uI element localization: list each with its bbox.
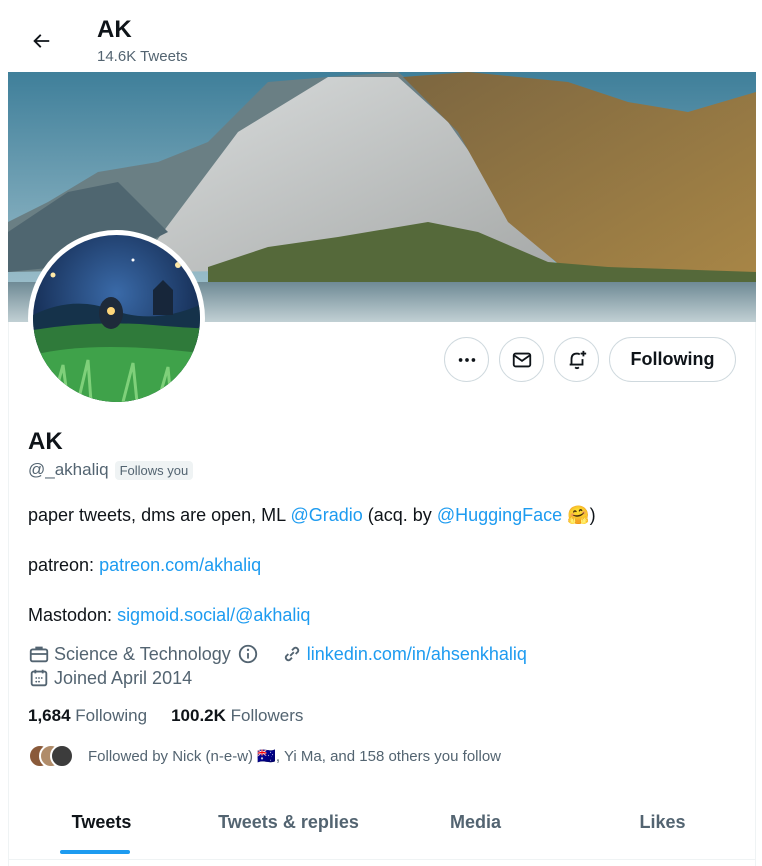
back-button[interactable] — [24, 24, 58, 58]
info-icon[interactable] — [237, 643, 259, 665]
avatar — [33, 235, 200, 402]
tab-media[interactable]: Media — [382, 794, 569, 859]
arrow-left-icon — [33, 34, 50, 48]
envelope-icon — [512, 352, 531, 367]
huggingface-mention-link[interactable]: @HuggingFace — [437, 505, 562, 525]
calendar-icon — [30, 669, 48, 687]
active-tab-indicator — [60, 850, 130, 854]
profile-meta-row: Science & Technology linkedin.com/in/ahs… — [28, 643, 527, 665]
follows-you-badge: Follows you — [114, 460, 194, 480]
tweet-count: 14.6K Tweets — [97, 48, 188, 65]
followers-label: Followers — [230, 706, 304, 725]
patreon-link[interactable]: patreon.com/akhaliq — [99, 555, 261, 575]
link-icon — [284, 646, 299, 662]
bio-line-1: paper tweets, dms are open, ML @Gradio (… — [28, 503, 596, 527]
following-stat[interactable]: 1,684 Following — [28, 706, 147, 726]
tab-likes[interactable]: Likes — [569, 794, 756, 859]
bio-text: Mastodon: — [28, 605, 118, 625]
bio-text: ) — [589, 505, 596, 525]
header-title: AK — [97, 16, 132, 43]
avatar — [50, 744, 74, 768]
tab-tweets-replies[interactable]: Tweets & replies — [195, 794, 382, 859]
message-button[interactable] — [499, 337, 544, 382]
briefcase-icon — [29, 646, 49, 663]
website-link[interactable]: linkedin.com/in/ahsenkhaliq — [307, 644, 527, 665]
mastodon-link[interactable]: sigmoid.social/@akhaliq — [117, 605, 310, 625]
bell-plus-icon — [569, 350, 586, 369]
following-label: Following — [75, 706, 148, 725]
joined-date: Joined April 2014 — [54, 667, 193, 688]
profile-handle: @_akhaliq — [28, 460, 109, 479]
bio-text: (acq. by — [362, 505, 437, 525]
gradio-mention-link[interactable]: @Gradio — [290, 505, 362, 525]
bio-text: patreon: — [28, 555, 100, 575]
bio-text: paper tweets, dms are open, ML — [28, 505, 291, 525]
notifications-button[interactable] — [554, 337, 599, 382]
hugging-face-emoji: 🤗 — [567, 505, 590, 525]
followers-stat[interactable]: 100.2K Followers — [171, 706, 303, 726]
profile-header-bar: AK 14.6K Tweets — [0, 0, 762, 72]
more-options-button[interactable] — [444, 337, 489, 382]
profile-name: AK — [28, 428, 63, 455]
followed-by-row[interactable]: Followed by Nick (n-e-w) 🇦🇺, Yi Ma, and … — [28, 744, 501, 768]
following-button[interactable]: Following — [609, 337, 736, 382]
handle-row: @_akhaliq Follows you — [28, 460, 194, 480]
follow-stats: 1,684 Following 100.2K Followers — [28, 706, 303, 726]
followers-count: 100.2K — [171, 706, 226, 725]
joined-row: Joined April 2014 — [28, 667, 192, 689]
mutual-avatars — [28, 744, 78, 768]
following-count: 1,684 — [28, 706, 71, 725]
more-dots-icon — [458, 357, 475, 362]
bio-line-3: Mastodon: sigmoid.social/@akhaliq — [28, 603, 310, 627]
followed-by-text: Followed by Nick (n-e-w) 🇦🇺, Yi Ma, and … — [88, 748, 502, 765]
profile-avatar[interactable] — [28, 230, 205, 407]
category-label: Science & Technology — [54, 643, 231, 664]
bio-line-2: patreon: patreon.com/akhaliq — [28, 553, 261, 577]
